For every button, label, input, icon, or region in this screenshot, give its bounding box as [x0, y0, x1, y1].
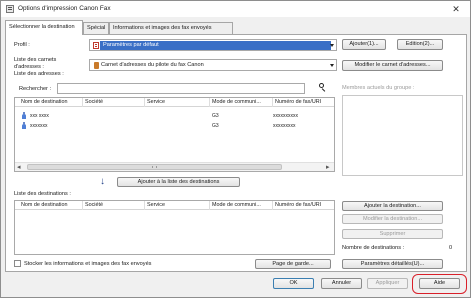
scrollbar-thumb[interactable]	[27, 164, 282, 170]
profile-add-button[interactable]: Ajouter(1)...	[342, 39, 386, 50]
apply-button[interactable]: Appliquer	[367, 278, 408, 289]
window-title: Options d'impression Canon Fax	[18, 5, 111, 12]
group-members-list	[342, 95, 463, 176]
address-list-header: Nom de destination Société Service Mode …	[15, 98, 334, 107]
address-book-label-line1: Liste des carnets	[14, 57, 57, 63]
column-header[interactable]: Société	[85, 202, 103, 208]
destination-list-label: Liste des destinations :	[14, 191, 71, 197]
add-destination-button[interactable]: Ajouter la destination...	[342, 201, 443, 211]
tab-sent-fax-info[interactable]: Informations et images des fax envoyés	[109, 22, 233, 34]
column-header[interactable]: Numéro de fax/URI	[275, 99, 321, 105]
person-icon	[22, 112, 26, 119]
chevron-down-icon	[330, 44, 334, 47]
printer-icon	[6, 5, 14, 13]
store-info-checkbox[interactable]	[14, 260, 21, 267]
column-header[interactable]: Mode de communi...	[212, 202, 261, 208]
cover-page-button[interactable]: Page de garde...	[255, 259, 331, 269]
column-header[interactable]: Nom de destination	[21, 202, 67, 208]
modify-destination-button[interactable]: Modifier la destination...	[342, 214, 443, 224]
help-highlight-outline	[412, 274, 467, 294]
close-button[interactable]: ✕	[450, 4, 462, 14]
column-header[interactable]: Mode de communi...	[212, 99, 261, 105]
search-label: Rechercher :	[19, 86, 52, 92]
tab-special[interactable]: Spécial	[83, 22, 109, 34]
profile-dropdown[interactable]: Paramètres par défaut	[89, 39, 337, 51]
add-to-destination-list-button[interactable]: Ajouter à la liste des destinations	[117, 177, 240, 187]
profile-icon	[93, 42, 99, 49]
horizontal-scrollbar[interactable]: ◂ ▸	[15, 162, 334, 171]
print-options-window: Options d'impression Canon Fax ✕ Sélecti…	[0, 0, 471, 298]
address-list-table: Nom de destination Société Service Mode …	[14, 97, 335, 172]
profile-edit-button[interactable]: Edition(2)...	[397, 39, 443, 50]
title-bar: Options d'impression Canon Fax ✕	[1, 1, 470, 17]
scroll-left-icon[interactable]: ◂	[17, 163, 21, 171]
delete-destination-button[interactable]: Supprimer	[342, 229, 443, 239]
address-book-value: Carnet d'adresses du pilote du fax Canon	[101, 62, 204, 68]
chevron-down-icon	[330, 64, 334, 67]
store-info-label: Stocker les informations et images des f…	[24, 261, 152, 267]
search-input[interactable]	[57, 83, 305, 94]
destination-list-header: Nom de destination Société Service Mode …	[15, 201, 334, 210]
destination-count-value: 0	[449, 245, 453, 251]
tab-select-destination[interactable]: Sélectionner la destination	[5, 20, 83, 35]
search-button[interactable]	[311, 81, 335, 94]
profile-value: Paramètres par défaut	[103, 42, 159, 48]
person-icon	[22, 122, 26, 129]
destination-list-table: Nom de destination Société Service Mode …	[14, 200, 335, 255]
detailed-settings-button[interactable]: Paramètres détaillés(U)...	[342, 259, 443, 269]
column-header[interactable]: Service	[147, 99, 165, 105]
column-header[interactable]: Service	[147, 202, 165, 208]
profile-label: Profil :	[14, 42, 30, 48]
address-book-label-line2: d'adresses :	[14, 64, 44, 70]
arrow-down-icon: ↓	[100, 176, 105, 187]
table-row[interactable]: xxx xxxx G3 xxxxxxxxxx	[15, 111, 334, 120]
column-header[interactable]: Société	[85, 99, 103, 105]
column-header[interactable]: Nom de destination	[21, 99, 67, 105]
ok-button[interactable]: OK	[273, 278, 314, 289]
group-members-label: Membres actuels du groupe :	[342, 85, 415, 91]
table-row[interactable]: xxxxxxx G3 xxxxxxxxx	[15, 121, 334, 130]
destination-count-label: Nombre de destinations :	[342, 245, 405, 251]
modify-address-book-button[interactable]: Modifier le carnet d'adresses...	[342, 60, 443, 71]
address-list-label: Liste des adresses :	[14, 71, 64, 77]
scroll-right-icon[interactable]: ▸	[326, 163, 330, 171]
column-header[interactable]: Numéro de fax/URI	[275, 202, 321, 208]
cancel-button[interactable]: Annuler	[321, 278, 362, 289]
address-book-dropdown[interactable]: Carnet d'adresses du pilote du fax Canon	[89, 59, 337, 71]
address-book-icon	[94, 62, 99, 69]
